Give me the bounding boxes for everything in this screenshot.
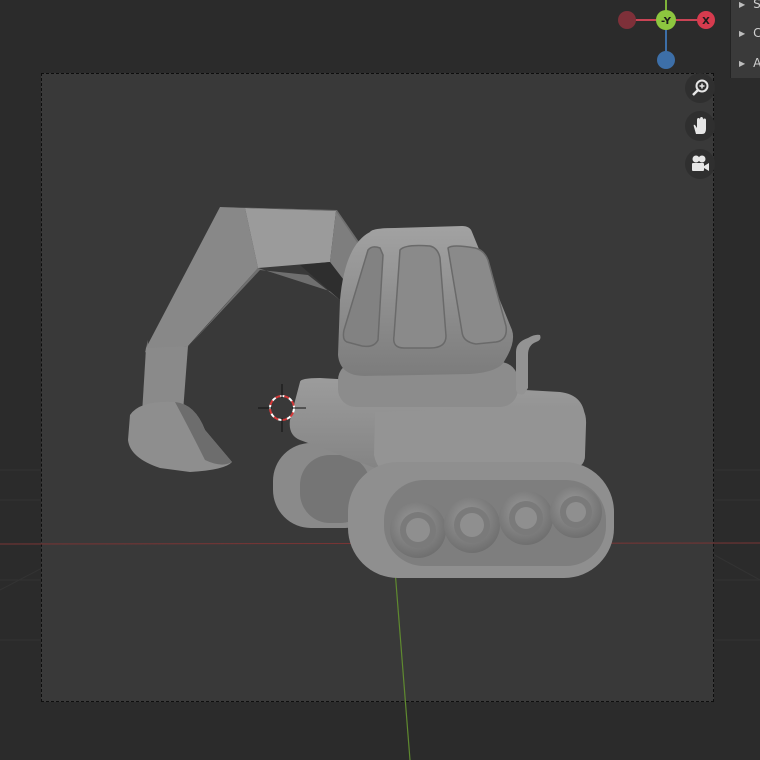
- panel-item-label: S: [753, 0, 760, 11]
- track-wheel: [499, 491, 553, 545]
- gizmo-neg-x-axis: [618, 11, 636, 29]
- gizmo-x-label: X: [702, 16, 710, 27]
- hand-pan-icon: [693, 117, 706, 134]
- track-wheel: [390, 502, 446, 558]
- y-axis-line: [394, 569, 411, 760]
- exhaust-pipe: [516, 334, 541, 395]
- excavator-model: [128, 207, 614, 578]
- track-wheel: [444, 497, 500, 553]
- track-wheel: [550, 486, 602, 538]
- gizmo-neg-y-label: -Y: [661, 16, 672, 27]
- panel-item[interactable]: ▶ C: [739, 25, 760, 41]
- panel-item[interactable]: ▶ S: [739, 0, 760, 12]
- expand-arrow-icon: ▶: [739, 28, 746, 38]
- zoom-icon: [692, 79, 709, 96]
- 3d-viewport[interactable]: -Y X ▶ S ▶ C ▶ A: [0, 0, 760, 760]
- sidebar-panel: ▶ S ▶ C ▶ A: [730, 0, 760, 78]
- scene: [0, 207, 760, 760]
- panel-item-label: C: [753, 26, 760, 40]
- camera-view-icon: [692, 155, 709, 171]
- pan-button[interactable]: [685, 111, 715, 141]
- navigation-gizmo[interactable]: -Y X: [610, 0, 730, 80]
- expand-arrow-icon: ▶: [739, 58, 746, 68]
- gizmo-z-axis: [657, 51, 675, 69]
- zoom-button[interactable]: [685, 73, 715, 103]
- camera-view-button[interactable]: [685, 149, 715, 179]
- panel-item[interactable]: ▶ A: [739, 55, 760, 71]
- cab-window-center: [392, 244, 447, 349]
- expand-arrow-icon: ▶: [739, 0, 746, 9]
- panel-item-label: A: [753, 56, 760, 70]
